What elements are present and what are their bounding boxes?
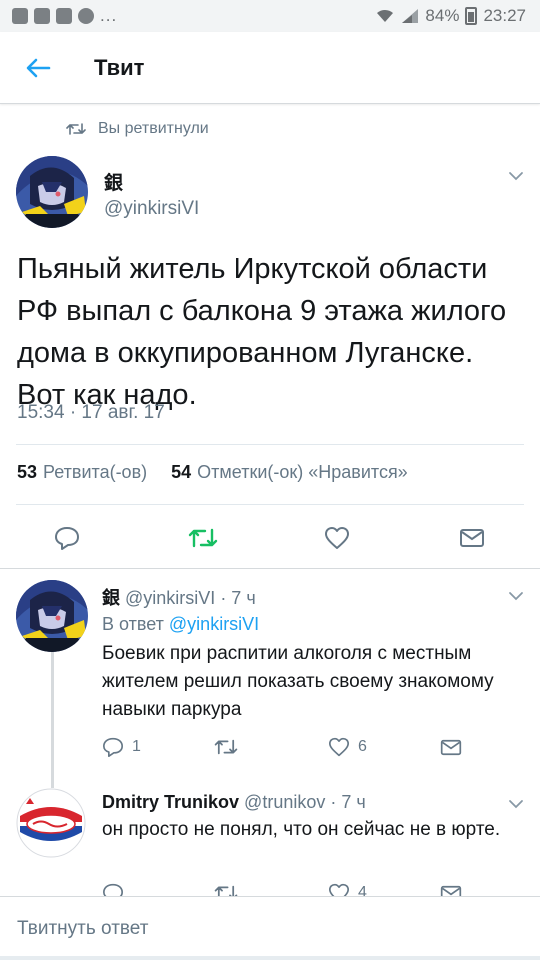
reply-text: Боевик при распитии алкоголя с местным ж… [102, 643, 494, 720]
retweet-icon [214, 739, 238, 755]
reply-header: Dmitry Trunikov @trunikov · 7 ч [102, 792, 366, 813]
like-button[interactable]: 6 [328, 732, 367, 762]
reply-icon [55, 527, 79, 550]
reply-compose-input[interactable]: Твитнуть ответ [17, 918, 148, 940]
chevron-down-icon [509, 592, 523, 601]
reply-button[interactable] [47, 518, 87, 558]
author-avatar[interactable] [16, 156, 88, 228]
tweet-stats: 53 Ретвита(-ов) 54 Отметки(-ок) «Нравитс… [17, 462, 408, 483]
status-bar-system: 84% 23:27 [375, 6, 526, 26]
thread-line [51, 652, 54, 788]
reply-avatar[interactable] [16, 580, 88, 652]
reply-text: он просто не понял, что он сейчас не в ю… [102, 819, 501, 840]
battery-percent: 84% [425, 6, 460, 25]
likes-label[interactable]: Отметки(-ок) «Нравится» [197, 462, 408, 483]
heart-icon [329, 737, 349, 757]
signal-icon [402, 9, 419, 23]
tweet-menu-button[interactable] [508, 168, 524, 186]
reply-menu-button[interactable] [508, 796, 524, 814]
direct-message-button[interactable] [452, 518, 492, 558]
section-divider [0, 568, 540, 569]
retweet-small-icon [66, 123, 86, 135]
retweets-label[interactable]: Ретвита(-ов) [43, 462, 147, 483]
battery-icon [465, 7, 478, 25]
in-reply-to: В ответ @yinkirsiVI [102, 614, 259, 635]
app-header: Твит [0, 32, 540, 104]
retweet-button[interactable] [183, 518, 223, 558]
status-bar-notifications: ... [12, 6, 117, 26]
pepsi-cap-avatar-image [16, 788, 86, 858]
bottom-edge [0, 956, 540, 960]
reply-menu-button[interactable] [508, 588, 524, 606]
reply-author-name[interactable]: Dmitry Trunikov [102, 792, 239, 812]
reply-avatar[interactable] [16, 788, 86, 858]
reply-icon [103, 737, 123, 757]
envelope-icon [460, 529, 484, 547]
tweet-actions [0, 518, 540, 558]
back-arrow-icon [26, 58, 51, 77]
tweet-text: Пьяный житель Иркутской области РФ выпал… [17, 253, 507, 411]
retweet-button[interactable] [214, 732, 238, 762]
tweet-timestamp: 15:34 · 17 авг. 17 [17, 402, 165, 423]
like-count: 6 [358, 738, 367, 755]
facebook-notification-icon [34, 8, 50, 24]
chevron-down-icon [509, 800, 523, 809]
author-name[interactable]: 銀 [104, 168, 123, 195]
retweeted-by-text: Вы ретвитнули [98, 120, 209, 137]
heart-icon [325, 527, 349, 549]
anime-avatar-image [16, 580, 88, 652]
retweets-count[interactable]: 53 [17, 462, 37, 483]
gallery-notification-icon [12, 8, 28, 24]
reply-age: · 7 ч [330, 792, 366, 812]
author-handle[interactable]: @yinkirsiVI [104, 198, 199, 220]
like-button[interactable] [317, 518, 357, 558]
back-button[interactable] [0, 32, 76, 104]
more-notifications-text: ... [100, 6, 118, 25]
wifi-icon [377, 9, 394, 22]
status-bar: ... 84% 23:27 [0, 0, 540, 32]
reply-actions: 1 6 [0, 732, 540, 762]
chevron-down-icon [509, 172, 523, 181]
direct-message-button[interactable] [440, 732, 462, 762]
reply-author-handle[interactable]: @yinkirsiVI [125, 588, 215, 608]
divider [16, 444, 524, 445]
reply-author-handle[interactable]: @trunikov [244, 792, 325, 812]
reply-compose-bar[interactable]: Твитнуть ответ [0, 896, 540, 960]
reply-header: 銀 @yinkirsiVI · 7 ч [102, 584, 256, 610]
in-reply-to-label: В ответ [102, 614, 164, 634]
retweet-icon [188, 528, 218, 548]
reply-button[interactable]: 1 [102, 732, 141, 762]
reply-author-name[interactable]: 銀 [102, 588, 120, 608]
reply-age: · 7 ч [220, 588, 256, 608]
divider [16, 504, 524, 505]
media-notification-icon [78, 8, 94, 24]
anime-avatar-image [16, 156, 88, 228]
likes-count[interactable]: 54 [171, 462, 191, 483]
retweeted-by-indicator: Вы ретвитнули [66, 120, 209, 138]
in-reply-to-handle[interactable]: @yinkirsiVI [169, 614, 259, 634]
envelope-icon [440, 739, 462, 755]
page-title: Твит [94, 54, 145, 80]
clock: 23:27 [483, 6, 526, 25]
twitter-notification-icon [56, 8, 72, 24]
reply-count: 1 [132, 738, 141, 755]
